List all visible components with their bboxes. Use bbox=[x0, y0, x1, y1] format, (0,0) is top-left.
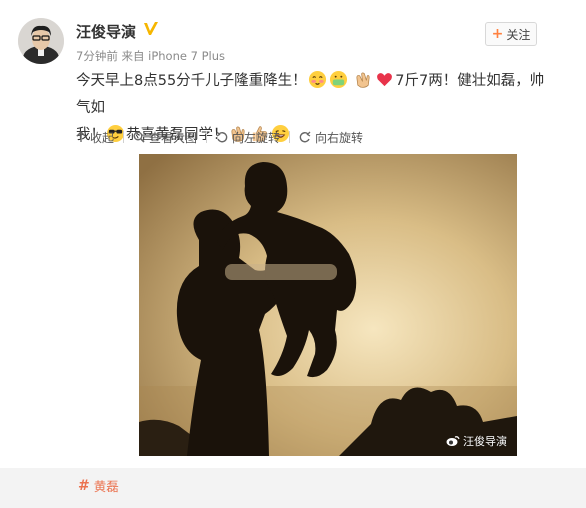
red-heart-icon bbox=[377, 73, 393, 87]
verified-v-icon bbox=[144, 22, 158, 35]
rotate-right-icon bbox=[299, 131, 311, 143]
post-text-line1-a: 今天早上8点55分千儿子隆重降生！ bbox=[76, 73, 307, 89]
view-large-button[interactable]: 查看大图 bbox=[133, 129, 197, 146]
watermark-text: 汪俊导演 bbox=[463, 435, 507, 448]
hashtag-icon: # bbox=[78, 477, 90, 494]
toolbar-divider bbox=[123, 131, 125, 143]
magnifier-icon bbox=[133, 131, 145, 143]
post-photo[interactable] bbox=[139, 154, 517, 456]
post-meta: 7分钟前 来自 iPhone 7 Plus bbox=[76, 49, 225, 63]
toolbar-divider bbox=[289, 131, 291, 143]
topic-link[interactable]: # 黄磊 bbox=[78, 476, 119, 495]
rotate-left-label: 向左旋转 bbox=[232, 130, 281, 145]
view-large-label: 查看大图 bbox=[149, 130, 198, 145]
photo-watermark: 汪俊导演 bbox=[446, 433, 507, 449]
plus-icon: + bbox=[491, 26, 504, 42]
weibo-post-card: 汪俊导演 7分钟前 来自 iPhone 7 Plus + 关注 今天早上8点55… bbox=[0, 0, 586, 468]
avatar[interactable] bbox=[18, 18, 64, 64]
rotate-right-button[interactable]: 向右旋转 bbox=[299, 129, 363, 146]
collapse-label: 收起 bbox=[90, 130, 115, 145]
toolbar-divider bbox=[206, 131, 208, 143]
collapse-button[interactable]: 收起 bbox=[76, 129, 114, 146]
blush-face-icon bbox=[308, 70, 326, 89]
username[interactable]: 汪俊导演 bbox=[76, 21, 136, 42]
image-toolbar: 收起 查看大图 向左旋转 向右旋转 bbox=[76, 126, 576, 148]
rotate-left-button[interactable]: 向左旋转 bbox=[216, 129, 280, 146]
rotate-left-icon bbox=[216, 131, 228, 143]
follow-button[interactable]: + 关注 bbox=[485, 22, 537, 46]
clap-hands-icon bbox=[356, 72, 370, 88]
weibo-logo-icon bbox=[446, 436, 460, 446]
follow-label: 关注 bbox=[506, 27, 531, 42]
collapse-arrow-icon bbox=[76, 131, 86, 142]
rotate-right-label: 向右旋转 bbox=[315, 130, 364, 145]
mask-face-icon bbox=[329, 70, 347, 89]
topic-label: 黄磊 bbox=[93, 479, 119, 494]
